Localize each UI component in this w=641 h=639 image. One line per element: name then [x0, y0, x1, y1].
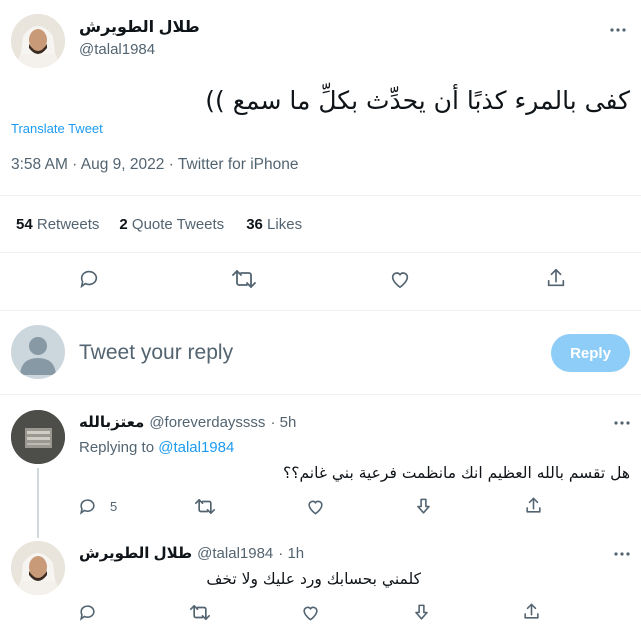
replying-to-handle[interactable]: @talal1984 [158, 439, 234, 456]
more-icon[interactable] [614, 552, 630, 556]
heart-icon[interactable] [389, 268, 411, 290]
heart-icon[interactable] [306, 497, 325, 516]
retweets-count: 54 [16, 216, 33, 233]
translate-tweet-link[interactable]: Translate Tweet [11, 121, 103, 136]
retweet-icon[interactable] [195, 497, 215, 516]
retweet-icon[interactable] [232, 268, 256, 290]
likes-label: Likes [267, 216, 303, 233]
more-icon[interactable] [610, 28, 626, 32]
share-icon[interactable] [522, 602, 541, 621]
quote-tweets-label: Quote Tweets [131, 216, 225, 233]
reply-1-author-name[interactable]: معتزبالله [79, 413, 144, 431]
tweet-text: كفى بالمرء كذبًا أن يحدِّث بكلِّ ما سمع … [205, 86, 630, 115]
tweet-timestamp[interactable]: 3:58 AM · Aug 9, 2022 · Twitter for iPho… [11, 156, 299, 174]
reply-1-avatar[interactable] [11, 410, 65, 464]
more-icon[interactable] [614, 421, 630, 425]
reply-1-author-handle[interactable]: @foreverdayssss [149, 414, 265, 431]
divider [0, 252, 641, 253]
stats-row: 54 Retweets 2 Quote Tweets 36 Likes [16, 216, 302, 233]
divider [0, 195, 641, 196]
retweet-icon[interactable] [190, 603, 210, 622]
reply-icon[interactable] [78, 497, 97, 516]
reply-2-text: كلمني بحسابك ورد عليك ولا تخف [206, 570, 421, 588]
replying-to-label: Replying to [79, 439, 155, 456]
reply-2-author-name[interactable]: طلال الطويرش [79, 544, 192, 562]
reply-2-author-handle[interactable]: @talal1984 [197, 545, 273, 562]
share-icon[interactable] [545, 267, 567, 289]
reply-2-time[interactable]: · 1h [278, 545, 304, 562]
likes-count: 36 [246, 216, 263, 233]
quote-tweets-count: 2 [119, 216, 128, 233]
thread-line [37, 468, 39, 538]
reply-2-header: طلال الطويرش @talal1984 · 1h [79, 544, 304, 562]
author-avatar[interactable] [11, 14, 65, 68]
retweets-label: Retweets [36, 216, 100, 233]
downvote-icon[interactable] [412, 603, 431, 622]
composer-avatar[interactable] [11, 325, 65, 379]
likes-stat[interactable]: 36 Likes [246, 216, 302, 233]
author-name[interactable]: طلال الطويرش [79, 17, 209, 37]
divider [0, 310, 641, 311]
retweets-stat[interactable]: 54 Retweets [16, 216, 99, 233]
reply-icon[interactable] [78, 268, 100, 290]
reply-1-replying-to: Replying to @talal1984 [79, 439, 234, 456]
quote-tweets-stat[interactable]: 2 Quote Tweets [119, 216, 224, 233]
share-icon[interactable] [524, 496, 543, 515]
heart-icon[interactable] [301, 603, 320, 622]
downvote-icon[interactable] [414, 497, 433, 516]
reply-button[interactable]: Reply [551, 334, 630, 372]
author-handle[interactable]: @talal1984 [79, 41, 155, 58]
reply-input[interactable]: Tweet your reply [79, 341, 519, 365]
divider [0, 394, 641, 395]
reply-1-text: هل تقسم بالله العظيم انك مانظمت فرعية بن… [283, 464, 630, 482]
reply-1-time[interactable]: · 5h [270, 414, 296, 431]
reply-icon[interactable] [78, 603, 97, 622]
reply-1-header: معتزبالله @foreverdayssss · 5h [79, 413, 296, 431]
reply-1-reply-count: 5 [110, 499, 118, 514]
